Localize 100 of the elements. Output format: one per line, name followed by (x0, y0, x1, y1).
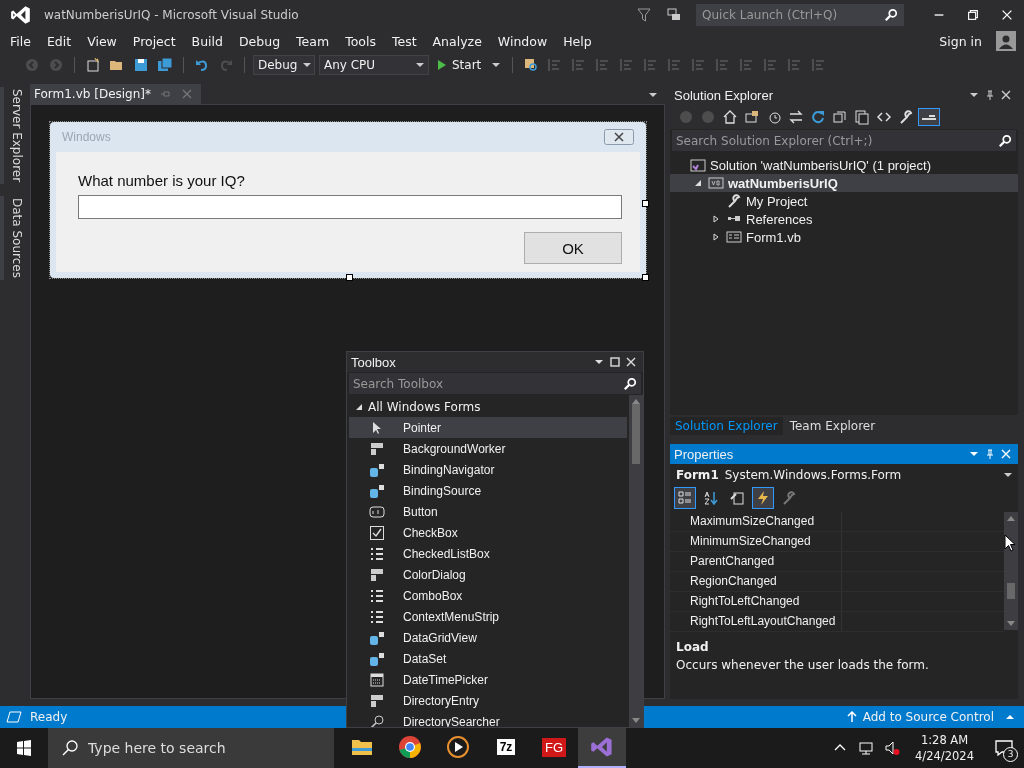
menu-item[interactable]: Help (555, 33, 600, 49)
scrollbar[interactable] (629, 395, 643, 727)
search-field[interactable]: Search Toolbox (349, 373, 641, 394)
property-view-toggle[interactable] (674, 487, 696, 509)
close-icon[interactable] (604, 129, 634, 145)
menu-item[interactable]: Team (288, 33, 338, 49)
menu-item[interactable]: Test (383, 33, 425, 49)
expand-triangle-icon[interactable] (712, 233, 720, 241)
menu-item[interactable]: File (2, 33, 39, 49)
start-button[interactable]: Start (433, 58, 505, 72)
sign-in-link[interactable]: Sign in (931, 33, 990, 49)
tree-item[interactable]: Solution 'watNumberisUrIQ' (1 project) (670, 156, 1018, 174)
tree-item[interactable]: watNumberisUrIQ (670, 174, 1018, 192)
description-title: Load (676, 640, 710, 654)
menu-item[interactable]: Analyze (424, 33, 490, 49)
menu-item[interactable]: Tools (337, 33, 384, 49)
search-field[interactable]: Search Solution Explorer (Ctrl+;) (672, 130, 1016, 151)
save-all-icon[interactable] (155, 57, 175, 73)
caret-icon (1004, 471, 1012, 479)
form-title: Windows (62, 130, 111, 144)
property-pages-icon (729, 490, 745, 506)
menu-item[interactable]: View (79, 33, 125, 49)
toolbox-item[interactable]: ComboBox (349, 585, 627, 606)
resize-handle[interactable] (346, 274, 353, 281)
toolbox-item[interactable]: CheckBox (349, 522, 627, 543)
toolbox-group-header[interactable]: All Windows Forms (349, 397, 627, 417)
scroll-down-icon[interactable] (1007, 621, 1015, 627)
scroll-thumb[interactable] (632, 404, 640, 464)
database-icon (369, 629, 385, 646)
resize-handle[interactable] (642, 200, 649, 207)
object-selector[interactable]: Form1 System.Windows.Forms.Form (670, 464, 1018, 486)
configuration-dropdown[interactable]: Debug (253, 55, 315, 75)
scroll-up-icon[interactable] (1007, 515, 1015, 521)
scrollbar[interactable] (1004, 512, 1018, 630)
toolbox-item[interactable]: DataSet (349, 648, 627, 669)
answer-input-field[interactable] (78, 195, 622, 219)
menu-item[interactable]: Edit (38, 33, 80, 49)
toolbox-item[interactable]: Button (349, 501, 627, 522)
feedback-icon[interactable] (666, 7, 682, 23)
prompt-label: What number is your IQ? (78, 172, 246, 189)
taskbar-search-field[interactable]: Type here to search (48, 728, 334, 768)
menu-item[interactable]: Window (489, 33, 556, 49)
menu-item[interactable]: Project (124, 33, 184, 49)
event-name-cell[interactable]: RightToLeftChanged (670, 592, 842, 611)
clock[interactable]: 1:28 AM 4/24/2024 (905, 732, 984, 764)
panel-tab[interactable]: Solution Explorer (670, 417, 783, 435)
solution-icon (690, 157, 706, 173)
tree-item[interactable]: References (670, 210, 1018, 228)
event-name-cell[interactable]: RegionChanged (670, 572, 842, 591)
preview-toggle-icon[interactable] (918, 108, 940, 126)
event-name-cell[interactable]: MinimumSizeChanged (670, 532, 842, 551)
side-panel-tab[interactable]: Data Sources (0, 196, 24, 281)
component-icon (369, 440, 385, 457)
taskbar-app-button[interactable] (578, 728, 626, 768)
toolbox-item[interactable]: BindingSource (349, 480, 627, 501)
event-name-cell[interactable]: RightToLeftLayoutChanged (670, 612, 842, 631)
platform-dropdown[interactable]: Any CPU (319, 55, 429, 75)
event-name-cell[interactable]: ParentChanged (670, 552, 842, 571)
database-icon (369, 461, 385, 478)
scroll-down-icon[interactable] (632, 718, 640, 724)
account-icon[interactable] (996, 31, 1016, 51)
tree-item[interactable]: Form1.vb (670, 228, 1018, 246)
quick-launch-field[interactable]: Quick Launch (Ctrl+Q) (696, 4, 904, 26)
event-name-cell[interactable]: MaximumSizeChanged (670, 512, 842, 531)
calendar-icon (369, 671, 385, 688)
caret-icon (416, 61, 424, 69)
taskbar-app-button[interactable]: 7z (482, 728, 530, 768)
property-view-toggle[interactable] (752, 487, 774, 509)
expand-triangle-icon[interactable] (712, 215, 720, 223)
app-logo-icon (590, 735, 614, 759)
description-text: Occurs whenever the user loads the form. (676, 658, 930, 672)
maximize-icon[interactable] (607, 357, 623, 367)
tree-item[interactable]: My Project (670, 192, 1018, 210)
toolbox-item[interactable]: BindingNavigator (349, 459, 627, 480)
toolbox-item[interactable]: Pointer (349, 417, 627, 438)
browser-icon (398, 735, 422, 759)
collapse-triangle-icon[interactable] (694, 179, 702, 187)
resize-handle[interactable] (642, 274, 649, 281)
copy-pages-icon[interactable] (852, 109, 872, 125)
toolbox-item[interactable]: ColorDialog (349, 564, 627, 585)
toolbox-item[interactable]: CheckedListBox (349, 543, 627, 564)
taskbar-app-button[interactable]: FG (530, 728, 578, 768)
menu-item[interactable]: Debug (231, 33, 289, 49)
toolbox-item[interactable]: DateTimePicker (349, 669, 627, 690)
up-arrow-icon (846, 711, 857, 723)
menu-item[interactable]: Build (183, 33, 231, 49)
search-icon (884, 8, 898, 22)
toolbox-item[interactable]: BackgroundWorker (349, 438, 627, 459)
panel-tab[interactable]: Team Explorer (784, 417, 881, 435)
source-control-button[interactable]: Add to Source Control (846, 710, 1018, 724)
status-icon (6, 711, 22, 723)
toolbox-item[interactable]: ContextMenuStrip (349, 606, 627, 627)
ok-button[interactable]: OK (524, 232, 622, 264)
form-file-icon (726, 229, 742, 245)
funnel-icon[interactable] (636, 7, 652, 23)
side-panel-tab[interactable]: Server Explorer (0, 87, 24, 185)
toolbox-item[interactable]: DataGridView (349, 627, 627, 648)
scroll-thumb[interactable] (1007, 583, 1015, 599)
collapse-triangle-icon (355, 403, 363, 411)
toolbox-item[interactable]: DirectoryEntry (349, 690, 627, 711)
